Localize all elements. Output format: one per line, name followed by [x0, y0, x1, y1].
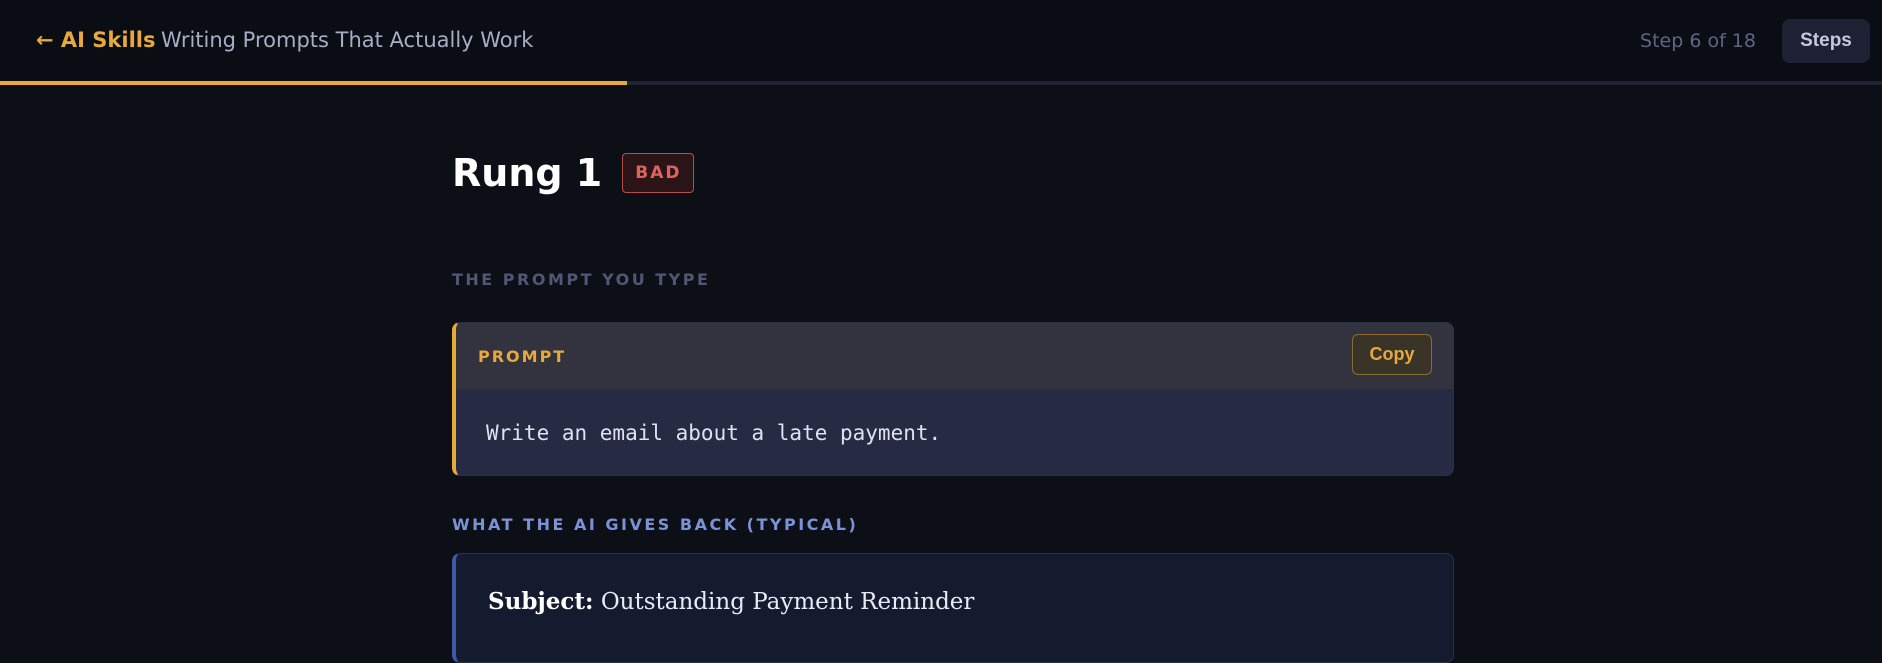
subject-label: Subject: [488, 588, 594, 615]
prompt-card-header: PROMPT Copy [456, 323, 1453, 390]
email-subject-line: Subject: Outstanding Payment Reminder [488, 588, 974, 615]
step-counter: Step 6 of 18 [1640, 30, 1756, 52]
prompt-text: Write an email about a late payment. [486, 421, 942, 445]
ai-response-card: Subject: Outstanding Payment Reminder [452, 553, 1454, 663]
prompt-card: PROMPT Copy Write an email about a late … [452, 322, 1454, 476]
rung-heading: Rung 1 BAD [452, 151, 695, 195]
rung-title: Rung 1 [452, 151, 603, 195]
subject-value: Outstanding Payment Reminder [600, 589, 975, 615]
progress-bar-fill [0, 81, 627, 85]
steps-button[interactable]: Steps [1782, 19, 1870, 63]
back-link[interactable]: ← AI Skills [36, 28, 155, 52]
copy-button[interactable]: Copy [1352, 334, 1432, 375]
quality-badge: BAD [622, 153, 695, 193]
course-title: Writing Prompts That Actually Work [161, 28, 534, 52]
prompt-tag: PROMPT [478, 347, 567, 366]
prompt-section-label: THE PROMPT YOU TYPE [452, 270, 711, 289]
progress-bar [0, 81, 1882, 85]
top-bar: ← AI Skills Writing Prompts That Actuall… [0, 0, 1882, 81]
ai-response-section-label: WHAT THE AI GIVES BACK (TYPICAL) [452, 515, 859, 534]
